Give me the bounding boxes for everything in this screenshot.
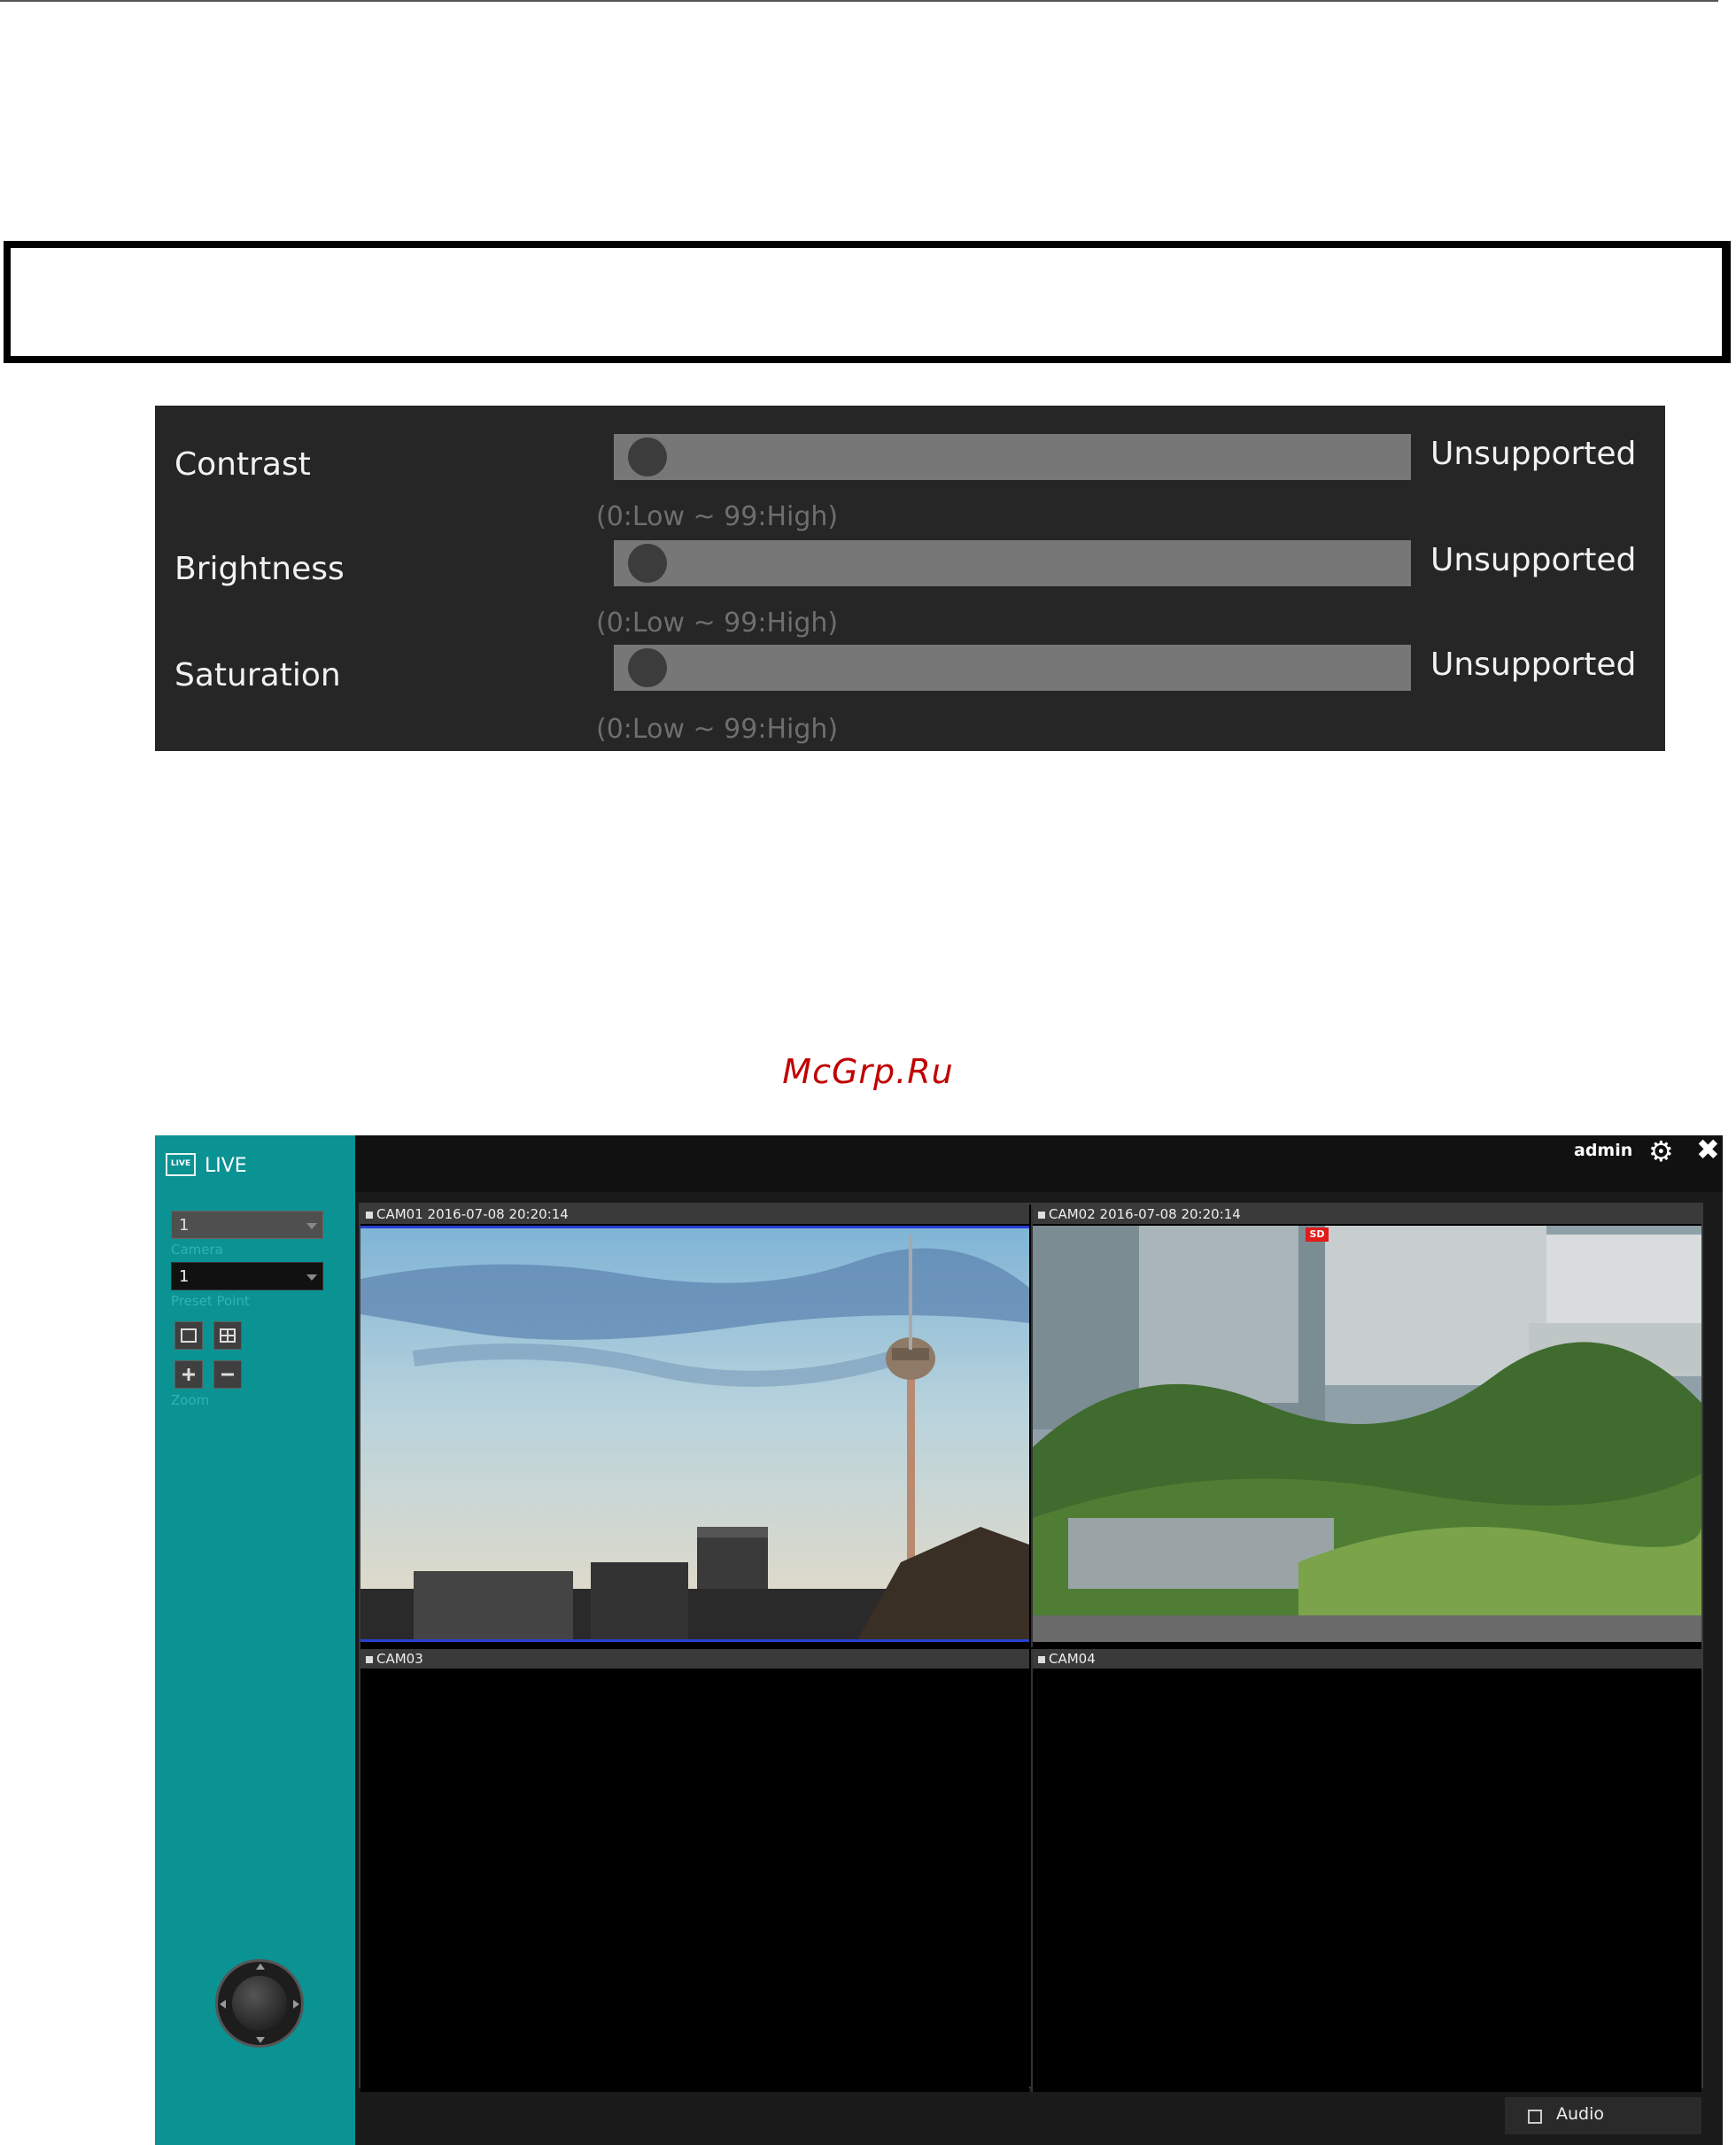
sd-badge: SD [1306,1227,1329,1242]
saturation-label: Saturation [174,657,341,693]
ptz-joystick[interactable] [215,1959,304,2048]
camera-status-icon [1038,1655,1045,1663]
arrow-up-icon [256,1963,265,1970]
saturation-slider[interactable] [614,645,1411,691]
image-adjust-panel: Contrast Unsupported (0:Low ~ 99:High) B… [155,406,1665,751]
top-bar: admin ⚙ ✖ [355,1135,1723,1192]
camera-grid: CAM01 2016-07-08 20:20:14 CAM02 2016-07-… [359,1203,1703,2092]
chevron-down-icon [306,1223,317,1229]
minus-icon [221,1373,234,1376]
top-rule [0,0,1718,2]
bottom-status-bar: Audio [355,2092,1723,2145]
camera-feed-cam01 [360,1226,1029,1642]
camera-title-bar: CAM02 2016-07-08 20:20:14 [1033,1204,1701,1224]
quad-view-button[interactable] [213,1321,242,1350]
audio-checkbox[interactable] [1528,2110,1542,2124]
brightness-label: Brightness [174,551,345,587]
quad-layout-icon [220,1328,236,1343]
live-monitor-icon: LIVE [166,1153,196,1176]
contrast-label: Contrast [174,446,311,483]
single-layout-icon [181,1328,197,1343]
live-view-window: LIVE LIVE 1 Camera 1 Preset Point Zoom a… [155,1135,1723,2145]
audio-label: Audio [1556,2104,1605,2124]
saturation-status: Unsupported [1430,647,1637,683]
contrast-slider-thumb[interactable] [628,438,667,476]
saturation-slider-thumb[interactable] [628,648,667,687]
joystick-knob[interactable] [232,1976,287,2031]
single-view-button[interactable] [174,1321,203,1350]
camera-cell-cam03[interactable]: CAM03 [360,1649,1029,2092]
gear-icon[interactable]: ⚙ [1648,1137,1674,1165]
zoom-in-button[interactable] [174,1360,203,1389]
user-name: admin [1574,1141,1633,1160]
brightness-slider[interactable] [614,540,1411,586]
mode-title: LIVE [205,1155,247,1177]
camera-status-icon [366,1211,373,1219]
camera-cell-cam04[interactable]: CAM04 [1031,1649,1701,2092]
preset-point-select[interactable]: 1 [171,1262,323,1290]
camera-select[interactable]: 1 [171,1211,323,1239]
contrast-range-hint: (0:Low ~ 99:High) [596,501,839,532]
camera-cell-cam01[interactable]: CAM01 2016-07-08 20:20:14 [360,1204,1029,1647]
camera-status-icon [366,1655,373,1663]
camera-title-bar: CAM04 [1033,1649,1701,1669]
camera-cell-cam02[interactable]: CAM02 2016-07-08 20:20:14 SD [1031,1204,1701,1647]
close-icon[interactable]: ✖ [1696,1135,1720,1164]
live-main-area: admin ⚙ ✖ CAM01 2016-07-08 20:20:14 CAM0… [355,1135,1723,2145]
camera-label: Camera [171,1242,223,1258]
brightness-status: Unsupported [1430,542,1637,578]
arrow-left-icon [220,2000,226,2009]
brightness-slider-thumb[interactable] [628,544,667,583]
audio-toggle[interactable]: Audio [1505,2097,1701,2134]
camera-select-value: 1 [179,1216,190,1235]
camera-status-icon [1038,1211,1045,1219]
saturation-range-hint: (0:Low ~ 99:High) [596,714,839,745]
chevron-down-icon [306,1274,317,1281]
section-frame [4,241,1731,363]
zoom-label: Zoom [171,1392,210,1408]
preset-select-value: 1 [179,1267,190,1286]
arrow-down-icon [256,2037,265,2043]
camera-title-bar: CAM03 [360,1649,1029,1669]
brightness-range-hint: (0:Low ~ 99:High) [596,608,839,639]
arrow-right-icon [293,2000,299,2009]
watermark: McGrp.Ru [782,1052,954,1091]
camera-title: CAM01 2016-07-08 20:20:14 [376,1206,569,1222]
camera-title: CAM03 [376,1651,423,1667]
ptz-sidebar: LIVE LIVE 1 Camera 1 Preset Point Zoom [155,1135,355,2145]
zoom-out-button[interactable] [213,1360,242,1389]
contrast-slider[interactable] [614,434,1411,480]
preset-point-label: Preset Point [171,1293,250,1309]
camera-title-bar: CAM01 2016-07-08 20:20:14 [360,1204,1029,1224]
camera-title: CAM02 2016-07-08 20:20:14 [1049,1206,1241,1222]
camera-feed-cam02 [1033,1226,1701,1642]
plus-icon [182,1368,195,1381]
camera-title: CAM04 [1049,1651,1096,1667]
contrast-status: Unsupported [1430,436,1637,472]
